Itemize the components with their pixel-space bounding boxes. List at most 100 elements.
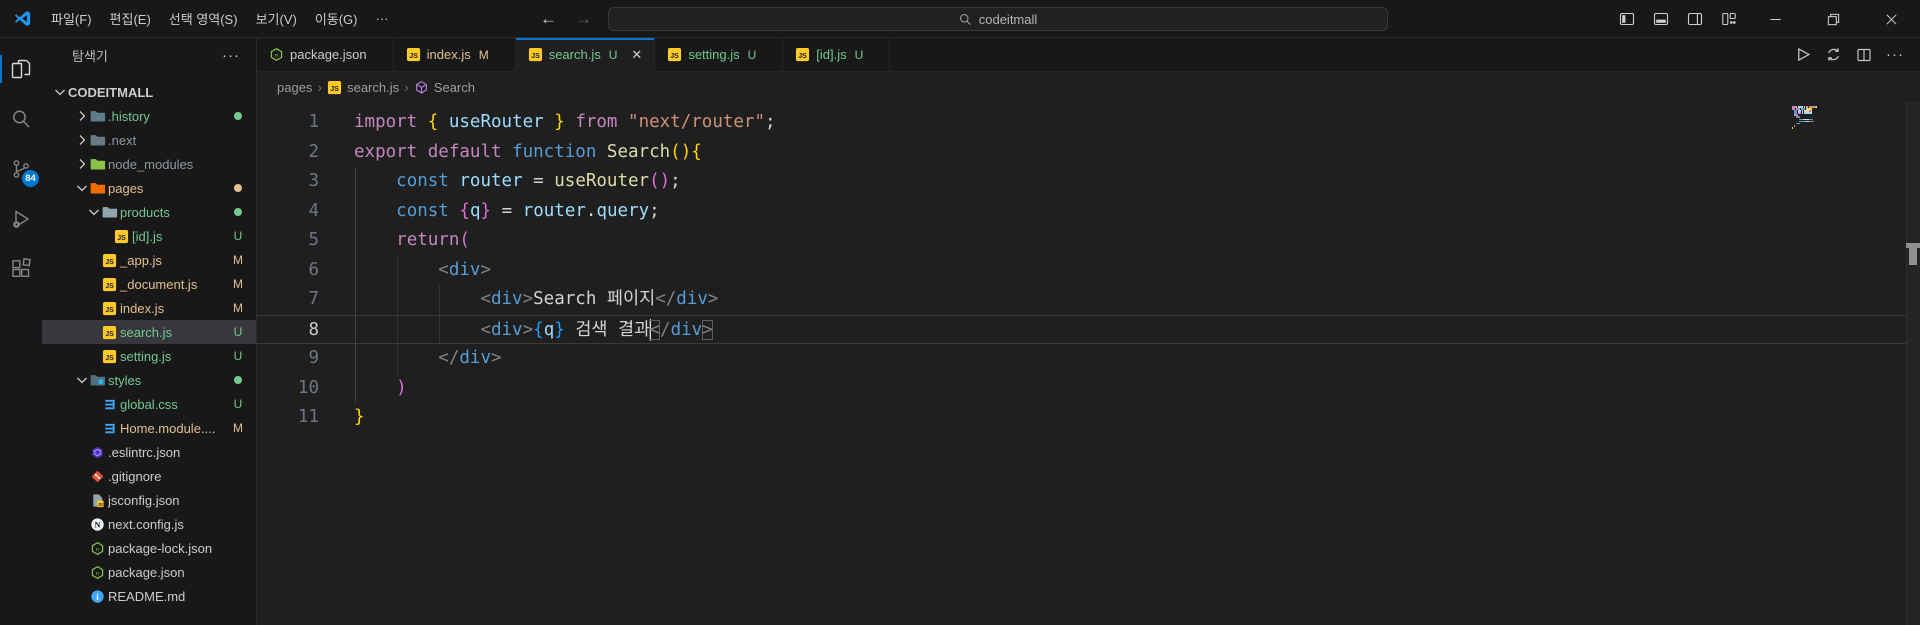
split-editor-icon[interactable] xyxy=(1856,47,1872,63)
tree-file-package-json[interactable]: n package.json xyxy=(42,560,256,584)
js-icon: JS xyxy=(102,277,120,292)
chevron-right-icon xyxy=(74,108,90,124)
tree-root[interactable]: CODEITMALL xyxy=(42,80,256,104)
code-editor[interactable]: 1 import { useRouter } from "next/router"… xyxy=(257,102,1920,625)
tree-folder-products[interactable]: products xyxy=(42,200,256,224)
tree-file-index-js[interactable]: JS index.js M xyxy=(42,296,256,320)
line-content: <div> xyxy=(438,259,491,280)
indent-guide xyxy=(354,167,356,403)
tree-file--id-js[interactable]: JS [id].js U xyxy=(42,224,256,248)
folder-node-icon xyxy=(90,156,108,172)
git-dot xyxy=(234,376,242,384)
tree-file-next-config-js[interactable]: Nnext.config.js xyxy=(42,512,256,536)
menu-item-4[interactable]: 이동(G) xyxy=(306,6,367,32)
tree-folder-styles[interactable]: styles xyxy=(42,368,256,392)
tree-folder-node-modules[interactable]: node_modules xyxy=(42,152,256,176)
minimap-line xyxy=(1792,126,1840,129)
toggle-secondary-sidebar-icon[interactable] xyxy=(1678,0,1712,38)
restore-icon[interactable] xyxy=(1804,0,1862,38)
indent-guide xyxy=(438,285,440,344)
svg-text:JS: JS xyxy=(531,53,540,60)
breadcrumb-item[interactable]: pages xyxy=(277,80,312,95)
tree-file--document-js[interactable]: JS _document.js M xyxy=(42,272,256,296)
tree-file-package-lock-json[interactable]: n package-lock.json xyxy=(42,536,256,560)
svg-text:JS: JS xyxy=(671,53,680,60)
tree-file--gitignore[interactable]: .gitignore xyxy=(42,464,256,488)
tab-index-js[interactable]: JS index.js M xyxy=(393,38,516,71)
titlebar: 파일(F) 편집(E) 선택 영역(S) 보기(V) 이동(G) ··· ← → code… xyxy=(0,0,1920,38)
activity-source-control-icon[interactable]: 84 xyxy=(0,144,42,194)
tree-item-label: package.json xyxy=(108,564,185,580)
tab-label: search.js xyxy=(548,47,601,62)
menu-more[interactable]: ··· xyxy=(367,6,398,32)
activity-search-icon[interactable] xyxy=(0,94,42,144)
breadcrumb-item[interactable]: search.js xyxy=(347,80,399,95)
tree-file-global-css[interactable]: global.css U xyxy=(42,392,256,416)
search-box[interactable]: codeitmall xyxy=(608,7,1388,31)
menu-item-3[interactable]: 보기(V) xyxy=(247,6,306,32)
tree-file-home-module-[interactable]: Home.module.... M xyxy=(42,416,256,440)
line-content: return( xyxy=(396,230,470,250)
tree-item-label: .history xyxy=(108,108,150,124)
svg-text:JS: JS xyxy=(105,306,114,313)
code-line-3: 3 const router = useRouter(); xyxy=(257,167,1920,197)
git-status-dot xyxy=(230,181,246,195)
tree-item-label: [id].js xyxy=(132,228,163,244)
git-status-badge: M xyxy=(233,253,243,267)
tab-search-js[interactable]: JS search.js U ✕ xyxy=(515,38,656,72)
tree-item-label: _app.js xyxy=(120,252,162,268)
code-line-10: 10 ) xyxy=(257,374,1920,404)
git-status-badge: M xyxy=(233,277,243,291)
toggle-panel-icon[interactable] xyxy=(1644,0,1678,38)
tree-folder--history[interactable]: .history xyxy=(42,104,256,128)
tree-file--eslintrc-json[interactable]: .eslintrc.json xyxy=(42,440,256,464)
tree-file-jsconfig-json[interactable]: JS jsconfig.json xyxy=(42,488,256,512)
tree-folder-pages[interactable]: pages xyxy=(42,176,256,200)
tab-package-json[interactable]: n package.json xyxy=(257,38,394,71)
tree-item-label: global.css xyxy=(120,396,178,412)
menu-item-0[interactable]: 파일(F) xyxy=(42,6,101,32)
close-icon[interactable] xyxy=(1862,0,1920,38)
more-actions-icon[interactable]: ··· xyxy=(1886,46,1904,63)
code-line-7: 7 <div>Search 페이지</div> xyxy=(257,285,1920,315)
run-icon[interactable] xyxy=(1794,46,1811,63)
svg-text:JS: JS xyxy=(105,282,114,289)
tree-file--app-js[interactable]: JS _app.js M xyxy=(42,248,256,272)
tab--id-js[interactable]: JS [id].js U xyxy=(783,38,891,71)
line-content: ) xyxy=(396,377,407,398)
svg-text:n: n xyxy=(96,570,99,576)
tab-setting-js[interactable]: JS setting.js U xyxy=(655,38,784,71)
code-line-6: 6 <div> xyxy=(257,256,1920,286)
activity-run-debug-icon[interactable] xyxy=(0,194,42,244)
minimap[interactable] xyxy=(1792,106,1840,129)
css-icon xyxy=(102,397,120,412)
explorer-more-actions-icon[interactable]: ··· xyxy=(222,47,240,64)
folder-history-icon xyxy=(90,108,108,124)
minimize-icon[interactable] xyxy=(1746,0,1804,38)
forward-arrow-icon[interactable]: → xyxy=(575,9,592,29)
js-icon: JS xyxy=(528,47,543,62)
compare-changes-icon[interactable] xyxy=(1825,46,1842,63)
jsconfig-icon: JS xyxy=(90,493,108,508)
tree-file-search-js[interactable]: JS search.js U xyxy=(42,320,256,344)
symbol-method-icon xyxy=(414,80,429,95)
back-arrow-icon[interactable]: ← xyxy=(540,9,557,29)
scrollbar[interactable] xyxy=(1906,102,1920,625)
indent-guide xyxy=(396,255,398,374)
code-line-11: 11} xyxy=(257,403,1920,433)
activity-extensions-icon[interactable] xyxy=(0,244,42,294)
customize-layout-icon[interactable] xyxy=(1712,0,1746,38)
activity-explorer-icon[interactable] xyxy=(0,44,42,94)
menu-item-1[interactable]: 편집(E) xyxy=(101,6,160,32)
tab-git-badge: U xyxy=(854,47,864,62)
toggle-primary-sidebar-icon[interactable] xyxy=(1610,0,1644,38)
tree-folder--next[interactable]: .next xyxy=(42,128,256,152)
tree-file-setting-js[interactable]: JS setting.js U xyxy=(42,344,256,368)
breadcrumb-item[interactable]: Search xyxy=(434,80,475,95)
menu-item-2[interactable]: 선택 영역(S) xyxy=(160,6,247,32)
tree-file-readme-md[interactable]: i README.md xyxy=(42,584,256,608)
svg-text:JS: JS xyxy=(409,53,418,60)
line-content: </div> xyxy=(438,348,502,368)
tab-close-icon[interactable]: ✕ xyxy=(631,47,642,63)
vscode-logo-icon xyxy=(13,9,32,28)
